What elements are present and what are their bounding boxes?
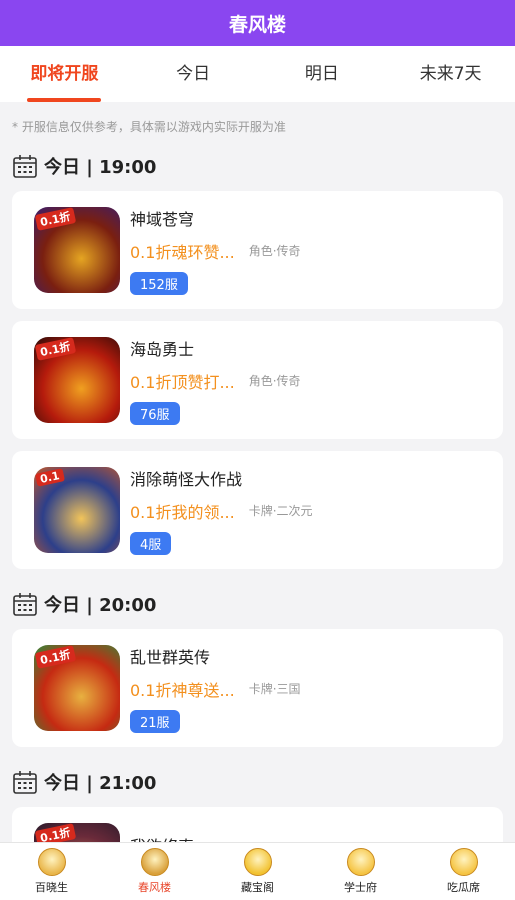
game-promo: 0.1折我的领... [130, 502, 235, 522]
game-info: 我欲修真原价0.1折版角色·仙侠 [130, 833, 481, 842]
nav-item[interactable]: 藏宝阁 [206, 843, 309, 900]
game-card[interactable]: 0.1折 神域苍穹 0.1折魂环赞... 角色·传奇 152服 [12, 191, 503, 309]
nav-label: 百晓生 [35, 881, 68, 894]
game-category: 卡牌·三国 [248, 682, 301, 696]
game-name: 乱世群英传 [130, 647, 211, 667]
discount-tag: 0.1 [34, 468, 65, 487]
game-promo: 0.1折神尊送... [130, 680, 235, 700]
section-title: 今日 | 21:00 [0, 759, 515, 807]
game-info: 消除萌怪大作战 0.1折我的领... 卡牌·二次元 4服 [130, 466, 481, 555]
game-meta: 0.1折我的领... 卡牌·二次元 [130, 499, 481, 523]
tab-bar: 即将开服 今日 明日 未来7天 [0, 46, 515, 102]
scholar-icon [346, 848, 375, 876]
tab-upcoming[interactable]: 即将开服 [0, 46, 129, 102]
game-icon: 0.1折 [34, 337, 120, 423]
building-icon [140, 848, 169, 876]
sage-icon [37, 848, 66, 876]
section-title: 今日 | 20:00 [0, 581, 515, 629]
game-category: 角色·传奇 [248, 374, 301, 388]
game-category: 角色·传奇 [248, 244, 301, 258]
treasure-icon [243, 848, 272, 876]
discount-tag: 0.1折 [34, 207, 76, 231]
melon-icon [449, 848, 478, 876]
calendar-icon [12, 591, 38, 617]
game-icon: 0.1折 [34, 207, 120, 293]
nav-label: 春风楼 [138, 881, 171, 894]
game-meta: 0.1折魂环赞... 角色·传奇 [130, 239, 481, 263]
tab-tomorrow[interactable]: 明日 [258, 46, 387, 102]
game-name: 海岛勇士 [130, 339, 195, 359]
game-meta: 0.1折顶赞打... 角色·传奇 [130, 369, 481, 393]
nav-item[interactable]: 学士府 [309, 843, 412, 900]
game-info: 乱世群英传 0.1折神尊送... 卡牌·三国 21服 [130, 644, 481, 733]
tab-next-7-days[interactable]: 未来7天 [386, 46, 515, 102]
game-icon: 0.1折 [34, 823, 120, 842]
nav-label: 藏宝阁 [241, 881, 274, 894]
game-info: 神域苍穹 0.1折魂环赞... 角色·传奇 152服 [130, 206, 481, 295]
discount-tag: 0.1折 [34, 645, 76, 669]
discount-tag: 0.1折 [34, 823, 76, 842]
game-card[interactable]: 0.1折 海岛勇士 0.1折顶赞打... 角色·传奇 76服 [12, 321, 503, 439]
game-meta: 0.1折神尊送... 卡牌·三国 [130, 677, 481, 701]
game-card[interactable]: 0.1折我欲修真原价0.1折版角色·仙侠 [12, 807, 503, 842]
section-time: 今日 | 19:00 [44, 157, 157, 178]
section-time: 今日 | 20:00 [44, 595, 157, 616]
game-card[interactable]: 0.1 消除萌怪大作战 0.1折我的领... 卡牌·二次元 4服 [12, 451, 503, 569]
nav-item[interactable]: 吃瓜席 [412, 843, 515, 900]
nav-item[interactable]: 春风楼 [103, 843, 206, 900]
page-title: 春风楼 [228, 13, 286, 36]
game-icon: 0.1 [34, 467, 120, 553]
server-badge: 21服 [130, 709, 180, 733]
bottom-nav: 百晓生 春风楼 藏宝阁 学士府 吃瓜席 [0, 842, 515, 900]
game-name: 神域苍穹 [130, 209, 195, 229]
server-badge: 4服 [130, 531, 172, 555]
game-promo: 0.1折魂环赞... [130, 242, 235, 262]
server-badge: 152服 [130, 271, 188, 295]
game-name: 消除萌怪大作战 [130, 469, 243, 489]
game-promo: 0.1折顶赞打... [130, 372, 235, 392]
nav-label: 吃瓜席 [447, 881, 480, 894]
server-list[interactable]: * 开服信息仅供参考，具体需以游戏内实际开服为准 今日 | 19:00 0.1折神… [0, 102, 515, 842]
calendar-icon [12, 153, 38, 179]
nav-item[interactable]: 百晓生 [0, 843, 103, 900]
tab-today[interactable]: 今日 [129, 46, 258, 102]
section-title: 今日 | 19:00 [0, 143, 515, 191]
calendar-icon [12, 769, 38, 795]
server-badge: 76服 [130, 401, 180, 425]
game-name: 我欲修真 [130, 833, 481, 842]
nav-label: 学士府 [344, 881, 377, 894]
game-card[interactable]: 0.1折 乱世群英传 0.1折神尊送... 卡牌·三国 21服 [12, 629, 503, 747]
app-header: 春风楼 [0, 0, 515, 46]
game-info: 海岛勇士 0.1折顶赞打... 角色·传奇 76服 [130, 336, 481, 425]
game-category: 卡牌·二次元 [248, 504, 313, 518]
discount-tag: 0.1折 [34, 337, 76, 361]
game-icon: 0.1折 [34, 645, 120, 731]
section-time: 今日 | 21:00 [44, 773, 157, 794]
disclaimer-text: * 开服信息仅供参考，具体需以游戏内实际开服为准 [12, 120, 286, 134]
